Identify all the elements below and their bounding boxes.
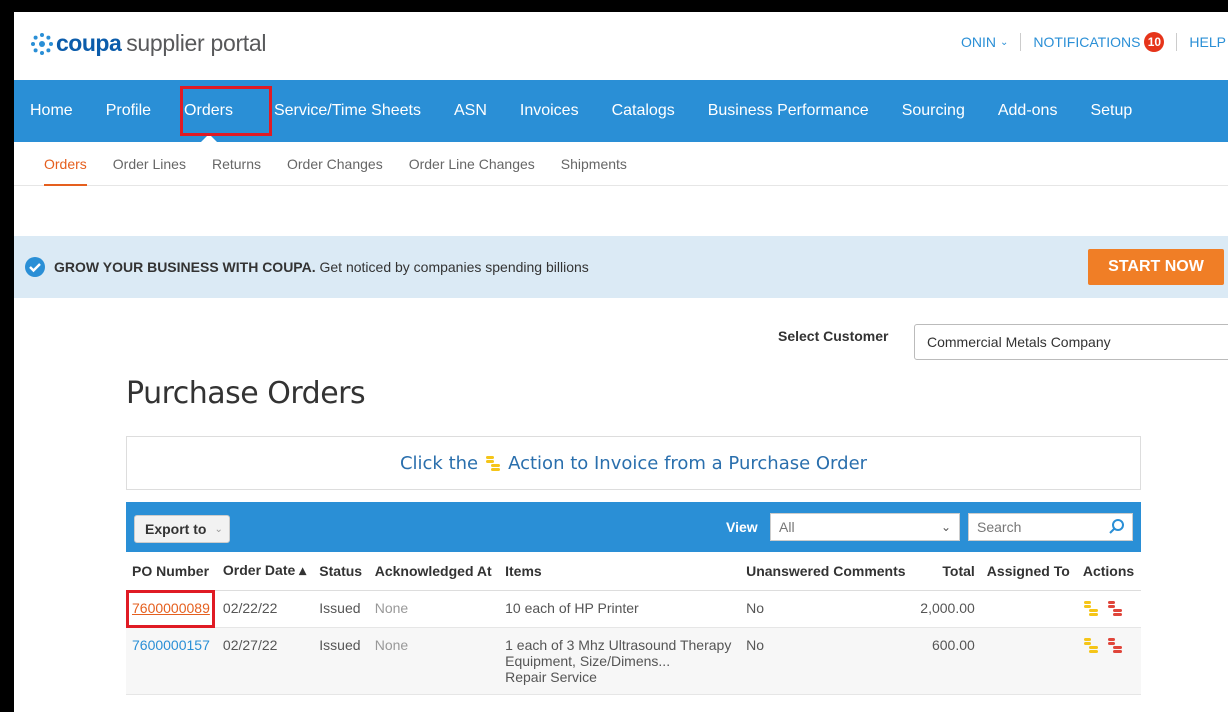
customer-select[interactable]: Commercial Metals Company	[914, 324, 1228, 360]
banner-headline: GROW YOUR BUSINESS WITH COUPA.	[54, 259, 316, 275]
top-bar: coupa supplier portal ONIN ⌄ NOTIFICATIO…	[14, 12, 1228, 80]
col-unanswered-comments[interactable]: Unanswered Comments	[740, 552, 914, 591]
col-acknowledged-at[interactable]: Acknowledged At	[368, 552, 500, 591]
nav-item-home[interactable]: Home	[30, 80, 73, 142]
top-links: ONIN ⌄ NOTIFICATIONS 10 HELP	[961, 32, 1228, 52]
actions	[1076, 590, 1141, 628]
assigned-to	[980, 627, 1077, 695]
view-select[interactable]: All ⌄	[770, 513, 960, 541]
subnav-item-order-lines[interactable]: Order Lines	[113, 142, 186, 185]
verified-badge-icon	[25, 257, 45, 277]
export-to-button[interactable]: Export to ⌄	[134, 515, 230, 543]
assigned-to	[980, 590, 1077, 628]
nav-item-asn[interactable]: ASN	[454, 80, 487, 142]
search-icon[interactable]	[1108, 518, 1126, 536]
po-number-link[interactable]: 7600000089	[126, 590, 217, 628]
invoice-hint: Click the Action to Invoice from a Purch…	[126, 436, 1141, 490]
col-status[interactable]: Status	[313, 552, 369, 591]
item-line: Equipment, Size/Dimens...	[505, 652, 671, 669]
nav-item-add-ons[interactable]: Add-ons	[998, 80, 1058, 142]
item-line: Repair Service	[505, 668, 597, 685]
col-actions: Actions	[1076, 552, 1141, 591]
nav-item-setup[interactable]: Setup	[1090, 80, 1132, 142]
view-label: View	[726, 519, 758, 535]
nav-item-orders[interactable]: Orders	[176, 80, 241, 142]
search-placeholder: Search	[977, 519, 1022, 535]
col-assigned-to[interactable]: Assigned To	[980, 552, 1077, 591]
chevron-down-icon: ⌄	[214, 523, 223, 535]
actions	[1076, 627, 1141, 695]
total: 2,000.00	[913, 590, 981, 628]
create-invoice-icon[interactable]	[1083, 637, 1101, 655]
banner-text: GROW YOUR BUSINESS WITH COUPA. Get notic…	[54, 259, 589, 275]
coupa-logo[interactable]: coupa supplier portal	[30, 30, 267, 57]
hint-text-after: Action to Invoice from a Purchase Order	[508, 452, 868, 474]
user-name: ONIN	[960, 34, 996, 50]
total: 600.00	[913, 627, 981, 695]
logo-subtitle: supplier portal	[126, 30, 267, 56]
table-row: 7600000089 02/22/22 Issued None 10 each …	[126, 590, 1141, 628]
subnav-item-order-changes[interactable]: Order Changes	[287, 142, 383, 185]
order-date: 02/22/22	[216, 590, 314, 628]
col-total[interactable]: Total	[913, 552, 981, 591]
notifications-count-badge: 10	[1144, 32, 1165, 52]
help-link[interactable]: HELP	[1189, 34, 1226, 50]
status: Issued	[313, 590, 369, 628]
order-date: 02/27/22	[216, 627, 314, 695]
user-menu[interactable]: ONIN ⌄	[961, 34, 1008, 50]
status: Issued	[313, 627, 369, 695]
logo-brand: coupa	[56, 30, 122, 56]
subnav-item-orders[interactable]: Orders	[44, 142, 87, 186]
select-customer-label: Select Customer	[778, 328, 889, 344]
subnav-item-returns[interactable]: Returns	[212, 142, 261, 185]
search-input[interactable]: Search	[968, 513, 1133, 541]
table-toolbar: Export to ⌄ View All ⌄ Search	[126, 502, 1141, 552]
screen-border-top	[0, 0, 1228, 12]
promo-banner: GROW YOUR BUSINESS WITH COUPA. Get notic…	[14, 236, 1228, 298]
table-row: 7600000157 02/27/22 Issued None 1 each o…	[126, 627, 1141, 695]
acknowledged-at: None	[368, 590, 500, 628]
nav-item-service-time-sheets[interactable]: Service/Time Sheets	[274, 80, 421, 142]
start-now-button[interactable]: START NOW	[1088, 249, 1224, 285]
divider	[1020, 33, 1022, 51]
subnav-item-order-line-changes[interactable]: Order Line Changes	[409, 142, 535, 185]
purchase-orders-table: PO Number Order Date ▴ Status Acknowledg…	[126, 552, 1141, 695]
nav-item-catalogs[interactable]: Catalogs	[612, 80, 675, 142]
chevron-down-icon: ⌄	[940, 520, 951, 534]
view-select-value: All	[779, 519, 795, 535]
unanswered-comments: No	[740, 627, 914, 695]
export-label: Export to	[145, 521, 207, 537]
item-line: 10 each of HP Printer	[505, 599, 639, 616]
coupa-logo-icon	[31, 32, 53, 55]
unanswered-comments: No	[740, 590, 914, 628]
nav-item-profile[interactable]: Profile	[106, 80, 151, 142]
acknowledged-at: None	[368, 627, 500, 695]
nav-item-business-performance[interactable]: Business Performance	[708, 80, 869, 142]
nav-item-sourcing[interactable]: Sourcing	[902, 80, 965, 142]
item-line: 1 each of 3 Mhz Ultrasound Therapy	[505, 636, 732, 653]
hint-text-before: Click the	[399, 452, 479, 474]
notifications-link[interactable]: NOTIFICATIONS 10	[1033, 32, 1165, 52]
banner-subtext: Get noticed by companies spending billio…	[315, 259, 589, 275]
create-credit-note-icon[interactable]	[1107, 637, 1125, 655]
col-items[interactable]: Items	[499, 552, 741, 591]
create-invoice-icon[interactable]	[1083, 600, 1101, 618]
nav-item-invoices[interactable]: Invoices	[520, 80, 579, 142]
invoice-coins-icon	[486, 456, 501, 471]
po-number-link[interactable]: 7600000157	[126, 627, 217, 695]
page-title: Purchase Orders	[126, 376, 366, 411]
divider	[1176, 33, 1178, 51]
screen-border-left	[0, 0, 14, 712]
col-po-number[interactable]: PO Number	[126, 552, 217, 591]
main-nav: Home Profile Orders Service/Time Sheets …	[14, 80, 1228, 142]
create-credit-note-icon[interactable]	[1107, 600, 1125, 618]
subnav-item-shipments[interactable]: Shipments	[561, 142, 627, 185]
sub-nav: Orders Order Lines Returns Order Changes…	[14, 142, 1228, 186]
notifications-label: NOTIFICATIONS	[1033, 34, 1141, 50]
items: 10 each of HP Printer	[499, 590, 741, 628]
col-order-date[interactable]: Order Date ▴	[216, 552, 314, 591]
items: 1 each of 3 Mhz Ultrasound Therapy Equip…	[499, 627, 741, 695]
table-header-row: PO Number Order Date ▴ Status Acknowledg…	[126, 552, 1141, 591]
chevron-down-icon: ⌄	[999, 36, 1009, 48]
